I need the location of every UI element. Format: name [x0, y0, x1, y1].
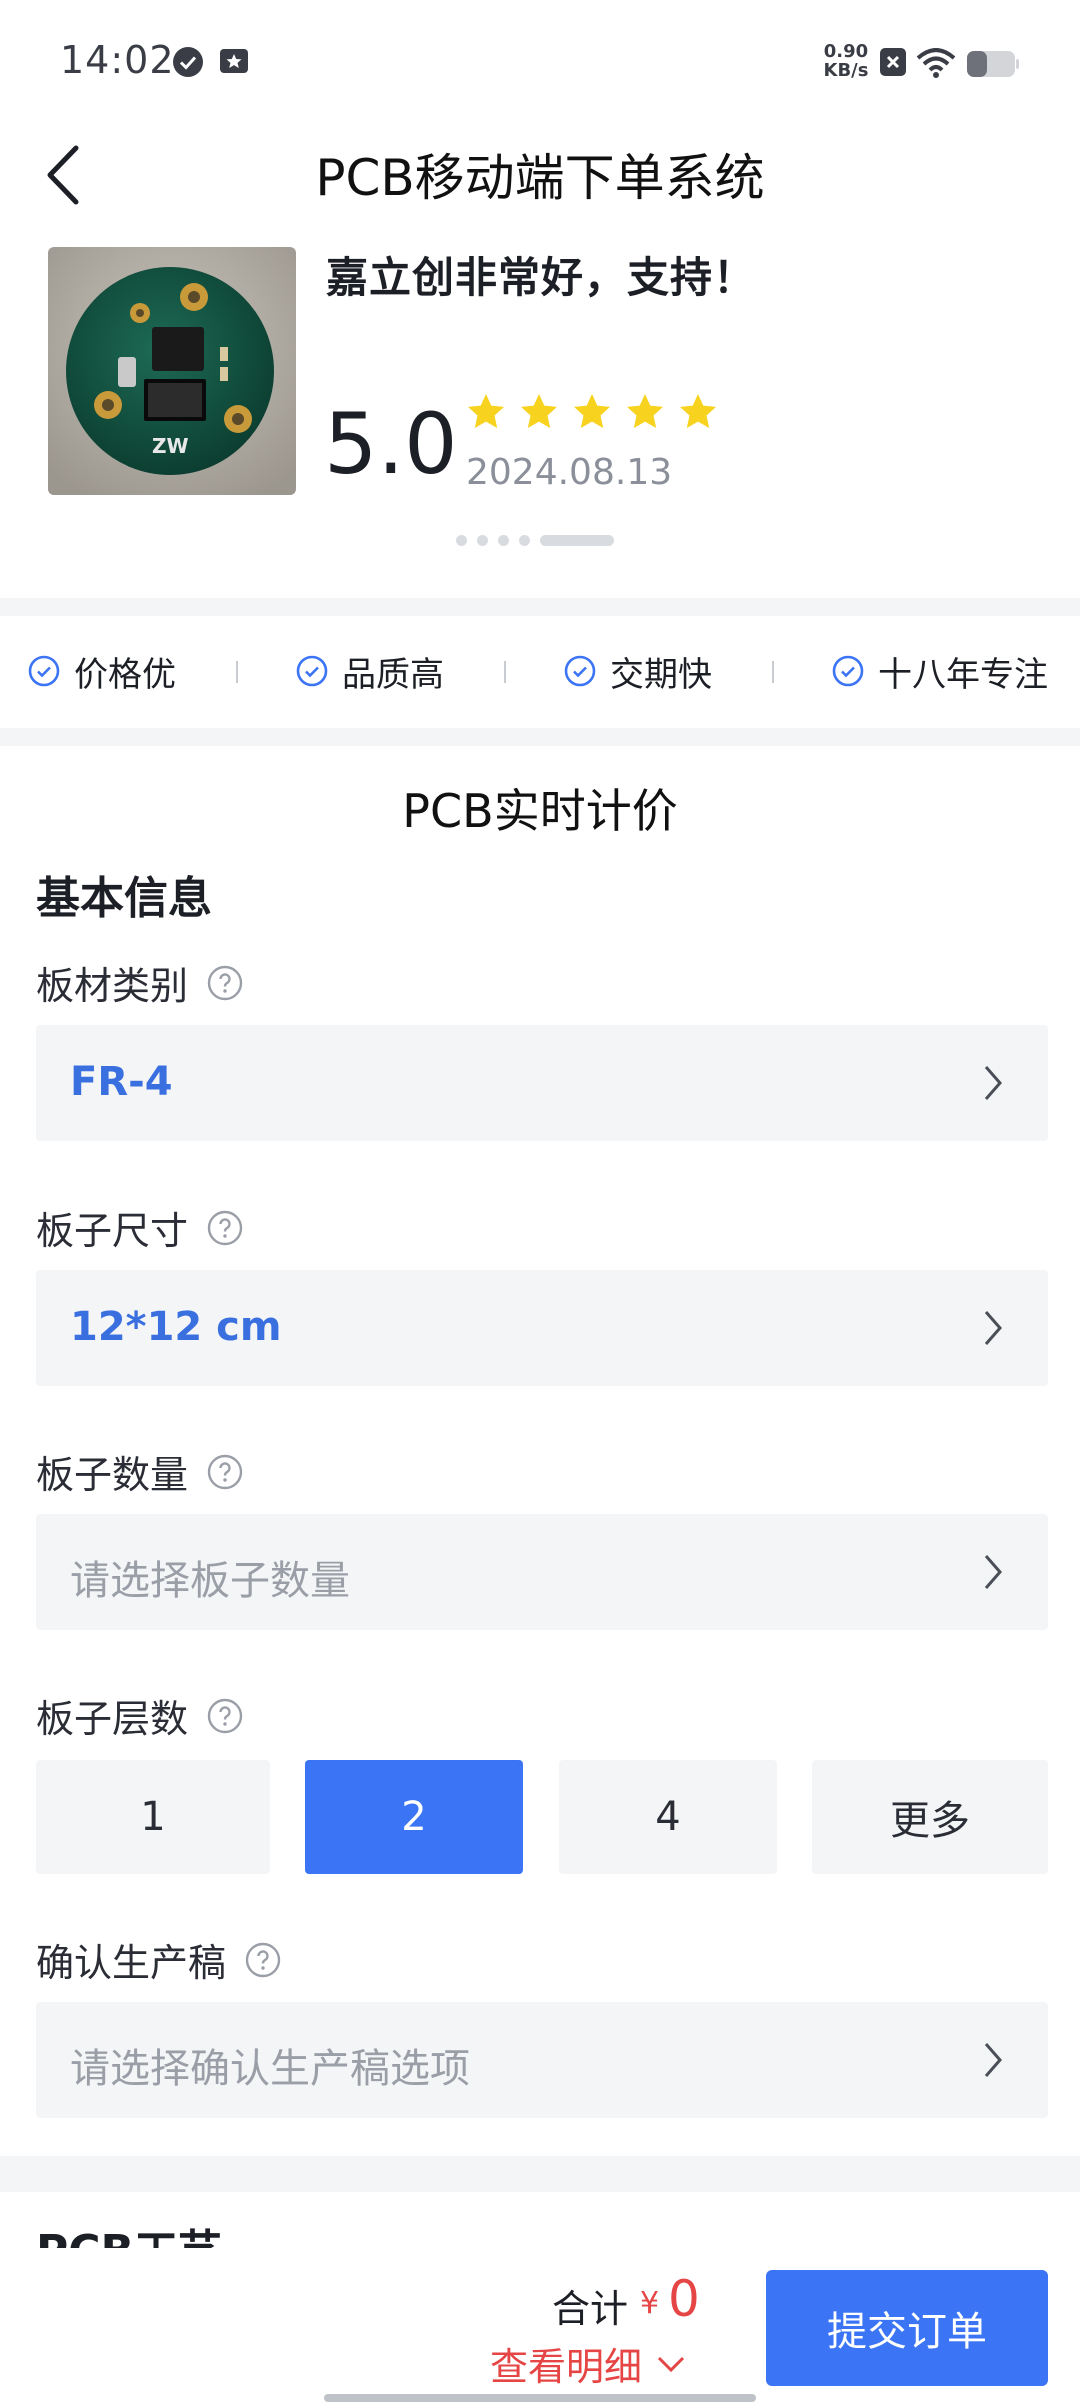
total-value: 0 — [668, 2270, 700, 2328]
status-time: 14:02 — [60, 38, 175, 82]
total-label: 合计 — [552, 2287, 629, 2331]
status-bar: 14:02 0.90 KB/s — [0, 0, 1080, 124]
material-value: FR-4 — [70, 1059, 173, 1105]
carousel-dot[interactable] — [477, 535, 488, 546]
check-circle-icon — [296, 655, 328, 687]
carousel-dot[interactable] — [540, 535, 614, 546]
feature-divider — [236, 661, 238, 683]
size-label: 板子尺寸 — [36, 1200, 244, 1255]
check-circle-icon — [28, 655, 60, 687]
page-title: PCB移动端下单系统 — [315, 149, 765, 207]
battery-icon — [967, 51, 1019, 77]
chevron-down-icon — [657, 2356, 685, 2372]
feature-item: 交期快 — [564, 649, 712, 695]
size-value: 12*12 cm — [70, 1304, 282, 1350]
carousel-dot[interactable] — [519, 535, 530, 546]
group-title: 基本信息 — [36, 873, 212, 924]
material-label-text: 板材类别 — [36, 964, 189, 1008]
carousel-indicator — [456, 535, 624, 547]
quantity-select[interactable]: 请选择板子数量 — [36, 1514, 1048, 1630]
quantity-placeholder: 请选择板子数量 — [70, 1558, 350, 1604]
net-speed-unit: KB/s — [823, 60, 869, 81]
review-date: 2024.08.13 — [466, 452, 673, 493]
help-icon[interactable] — [244, 1941, 282, 1979]
bottom-bar: 合计 ¥ 0 查看明细 提交订单 — [0, 2248, 1080, 2408]
feature-label: 交期快 — [610, 654, 712, 695]
feature-item: 品质高 — [296, 649, 444, 695]
check-circle-icon — [564, 655, 596, 687]
star-icon — [574, 394, 610, 428]
photo-label: ZW — [152, 434, 189, 458]
feature-item: 十八年专注 — [832, 649, 1048, 695]
confirm-label-text: 确认生产稿 — [36, 1941, 227, 1985]
currency-symbol: ¥ — [640, 2286, 660, 2321]
net-speed-value: 0.90 — [823, 41, 869, 62]
check-circle-icon — [832, 655, 864, 687]
feature-label: 品质高 — [342, 654, 444, 695]
carousel-dot[interactable] — [456, 535, 467, 546]
help-icon[interactable] — [206, 1209, 244, 1247]
layer-option-2[interactable]: 2 — [305, 1760, 523, 1874]
review-text: 嘉立创非常好，支持！ — [326, 253, 757, 302]
chevron-right-icon — [984, 1066, 1002, 1100]
section-divider — [0, 598, 1080, 616]
help-icon[interactable] — [206, 964, 244, 1002]
star-icon — [680, 394, 716, 428]
feature-divider — [504, 661, 506, 683]
star-icon — [627, 394, 663, 428]
confirm-placeholder: 请选择确认生产稿选项 — [70, 2046, 470, 2092]
confirm-label: 确认生产稿 — [36, 1932, 282, 1987]
layer-option-1[interactable]: 1 — [36, 1760, 270, 1874]
carousel-dot[interactable] — [498, 535, 509, 546]
feature-divider — [772, 661, 774, 683]
material-label: 板材类别 — [36, 955, 244, 1010]
feature-label: 十八年专注 — [878, 654, 1048, 695]
wifi-icon — [916, 48, 956, 78]
chevron-right-icon — [984, 1555, 1002, 1589]
review-photo[interactable]: ZW — [48, 247, 296, 495]
review-score: 5.0 — [324, 395, 458, 493]
rating-stars — [466, 392, 731, 436]
layers-label-text: 板子层数 — [36, 1697, 189, 1741]
confirm-select[interactable]: 请选择确认生产稿选项 — [36, 2002, 1048, 2118]
features-bar: 价格优 品质高 交期快 十八年专注 — [0, 617, 1080, 727]
star-icon — [468, 394, 504, 428]
section-divider — [0, 2156, 1080, 2192]
quantity-label-text: 板子数量 — [36, 1453, 189, 1497]
size-label-text: 板子尺寸 — [36, 1209, 189, 1253]
close-box-icon — [880, 48, 906, 76]
help-icon[interactable] — [206, 1453, 244, 1491]
size-select[interactable]: 12*12 cm — [36, 1270, 1048, 1386]
submit-order-button[interactable]: 提交订单 — [766, 2270, 1048, 2386]
feature-item: 价格优 — [28, 649, 176, 695]
notification-icon — [220, 49, 248, 73]
pcb-photo-image: ZW — [48, 247, 296, 495]
material-select[interactable]: FR-4 — [36, 1025, 1048, 1141]
help-icon[interactable] — [206, 1697, 244, 1735]
section-title: PCB实时计价 — [402, 784, 678, 838]
feature-label: 价格优 — [74, 654, 176, 695]
layers-label: 板子层数 — [36, 1688, 244, 1743]
chevron-right-icon — [984, 1311, 1002, 1345]
star-icon — [521, 394, 557, 428]
view-details-label: 查看明细 — [490, 2345, 643, 2389]
network-speed: 0.90 KB/s — [818, 42, 874, 80]
layer-option-4[interactable]: 4 — [559, 1760, 777, 1874]
check-badge-icon — [173, 47, 203, 77]
view-details-link[interactable]: 查看明细 — [490, 2336, 686, 2391]
quantity-label: 板子数量 — [36, 1444, 244, 1499]
chevron-right-icon — [984, 2043, 1002, 2077]
section-divider — [0, 728, 1080, 746]
home-indicator[interactable] — [324, 2394, 756, 2402]
layer-option-more[interactable]: 更多 — [812, 1760, 1048, 1874]
